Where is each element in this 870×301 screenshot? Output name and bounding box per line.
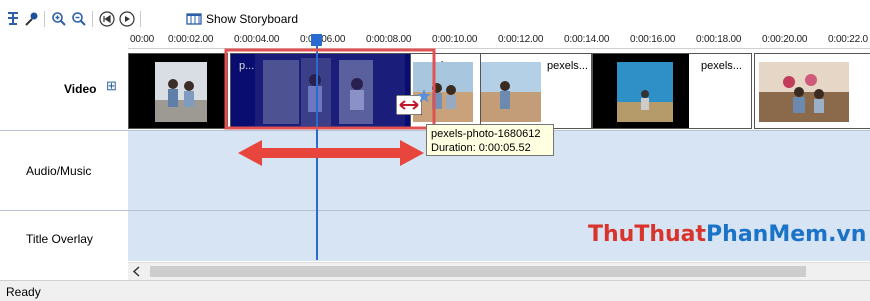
tooltip-duration: Duration: 0:00:05.52 <box>431 142 531 154</box>
microphone-icon <box>25 12 38 26</box>
track-label-title-overlay: Title Overlay <box>26 232 93 246</box>
ruler-tick: 0:00:08.00 <box>366 34 412 45</box>
audio-levels-icon <box>8 12 18 25</box>
transition-star-icon <box>417 89 431 103</box>
ruler-tick: 0:00:14.00 <box>564 34 610 45</box>
status-text: Ready <box>6 285 41 299</box>
clip-tooltip: pexels-photo-1680612 Duration: 0:00:05.5… <box>426 124 554 156</box>
zoom-out-icon <box>72 12 86 26</box>
ruler-tick: 0:00:20.00 <box>762 34 808 45</box>
ruler-tick: 0:00:06.00 <box>300 34 346 45</box>
playhead-handle[interactable] <box>311 34 322 46</box>
storyboard-icon <box>186 13 202 25</box>
ruler-tick: 0:00:02.00 <box>168 34 214 45</box>
scroll-left-icon[interactable] <box>132 266 142 277</box>
clip-thumbnail <box>481 62 541 122</box>
watermark-logo: ThuThuatPhanMem.vn <box>588 222 866 247</box>
toolbar-separator <box>92 11 93 27</box>
toolbar-separator <box>140 11 141 27</box>
track-labels-panel: Video ⊞ Audio/Music Title Overlay <box>0 48 128 260</box>
rewind-timeline-button[interactable] <box>98 10 116 28</box>
double-arrow-icon <box>238 140 424 166</box>
play-timeline-button[interactable] <box>118 10 136 28</box>
show-storyboard-button[interactable]: Show Storyboard <box>186 9 298 29</box>
clip-thumbnail <box>617 62 673 122</box>
clip-label-area: pexels... <box>689 54 751 128</box>
track-divider <box>0 210 870 211</box>
drag-selection-box <box>224 48 436 130</box>
toolbar-separator <box>44 11 45 27</box>
timeline-horizontal-scrollbar[interactable] <box>128 262 870 280</box>
ruler-tick: 0:00:04.00 <box>234 34 280 45</box>
zoom-in-button[interactable] <box>50 10 68 28</box>
scrollbar-thumb[interactable] <box>150 266 806 277</box>
track-label-video: Video <box>64 82 97 96</box>
ruler-tick: 0:00:16.00 <box>630 34 676 45</box>
ruler-tick: 0:00:12.00 <box>498 34 544 45</box>
clip-label: pexels... <box>547 60 588 72</box>
set-audio-levels-button[interactable] <box>4 10 22 28</box>
show-storyboard-label: Show Storyboard <box>206 12 299 26</box>
ruler-tick: 0:00:10.00 <box>432 34 478 45</box>
watermark-part: Thuat <box>634 222 707 247</box>
narrate-timeline-button[interactable] <box>22 10 40 28</box>
video-clip[interactable]: pexels... <box>592 53 752 129</box>
watermark-part: PhanMem <box>706 222 829 247</box>
zoom-in-icon <box>52 12 66 26</box>
watermark-part: Thu <box>588 222 635 247</box>
track-label-audio-music: Audio/Music <box>26 164 92 178</box>
ruler-tick: 0:00:18.00 <box>696 34 742 45</box>
time-ruler[interactable]: 00:00 0:00:02.00 0:00:04.00 0:00:06.00 0… <box>128 34 870 48</box>
video-clip[interactable] <box>754 53 870 129</box>
status-bar: Ready <box>0 280 870 301</box>
expand-video-track-button[interactable]: ⊞ <box>106 78 117 94</box>
play-icon <box>119 11 135 27</box>
ruler-tick: 00:00 <box>130 34 155 45</box>
rewind-icon <box>99 11 115 27</box>
clip-thumbnail <box>155 62 207 122</box>
clip-label: pexels... <box>701 60 742 72</box>
tooltip-clip-name: pexels-photo-1680612 <box>431 128 541 140</box>
video-clip[interactable]: pexels... <box>480 53 592 129</box>
video-clip[interactable] <box>128 53 228 129</box>
ruler-tick: 0:00:22.0 <box>828 34 868 45</box>
watermark-part: .vn <box>828 222 867 247</box>
clip-thumbnail <box>759 62 849 122</box>
timeline-toolbar: Show Storyboard <box>0 0 870 34</box>
zoom-out-button[interactable] <box>70 10 88 28</box>
